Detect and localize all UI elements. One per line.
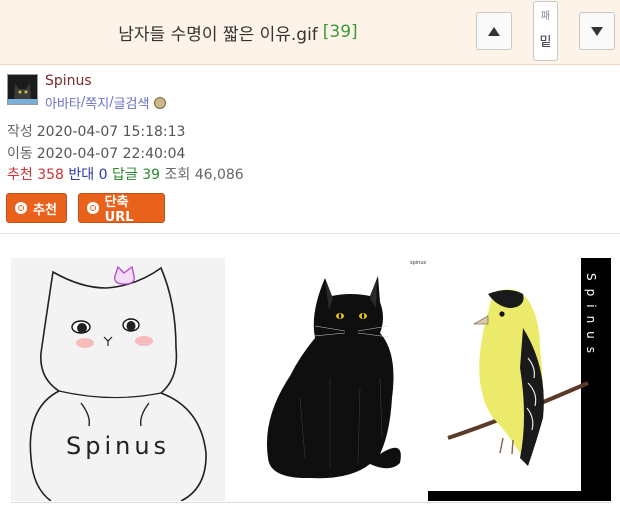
created-label: 작성 bbox=[7, 124, 33, 140]
post-title-text: 남자들 수명이 짧은 이유.gif bbox=[118, 24, 318, 45]
views-count: 46,086 bbox=[194, 167, 244, 183]
created-value: 2020-04-07 15:18:13 bbox=[36, 124, 186, 140]
author-links: 아바타 / 쪽지 / 글검색 bbox=[45, 93, 167, 112]
views-label: 조회 bbox=[164, 167, 191, 183]
recommend-circle-icon bbox=[15, 202, 27, 214]
search-posts-link[interactable]: 글검색 bbox=[114, 93, 150, 112]
avatar-link[interactable]: 아바타 bbox=[45, 93, 81, 112]
reply-count[interactable]: [39] bbox=[323, 22, 358, 42]
avatar-cat-icon bbox=[8, 75, 37, 104]
scroll-up-button[interactable] bbox=[476, 12, 512, 50]
oppose-label: 반대 bbox=[68, 167, 95, 183]
triangle-up-icon bbox=[488, 26, 500, 36]
post-title: 남자들 수명이 짧은 이유.gif [39] bbox=[0, 0, 476, 64]
short-url-button-label: 단축URL bbox=[104, 195, 134, 225]
created-row: 작성 2020-04-07 15:18:13 bbox=[7, 121, 185, 141]
moved-row: 이동 2020-04-07 22:40:04 bbox=[7, 143, 185, 163]
recommend-button[interactable]: 추천 bbox=[6, 193, 67, 223]
image-bottom-border bbox=[11, 502, 611, 503]
jump-button[interactable]: 패 밑 bbox=[533, 1, 558, 61]
level-badge-icon bbox=[154, 96, 167, 109]
author-name[interactable]: Spinus bbox=[45, 73, 92, 89]
cat-signature: spinus bbox=[410, 260, 427, 266]
jump-bottom-label: 밑 bbox=[539, 35, 552, 50]
jump-top-label: 패 bbox=[540, 11, 551, 22]
reply-label: 답글 bbox=[112, 167, 138, 183]
post-header: 남자들 수명이 짧은 이유.gif [39] 패 밑 bbox=[0, 0, 620, 65]
bird-side-signature: Spinus bbox=[584, 273, 598, 361]
triangle-down-icon bbox=[591, 26, 603, 36]
oppose-count: 0 bbox=[98, 167, 108, 183]
scroll-down-button[interactable] bbox=[579, 12, 615, 50]
link-circle-icon bbox=[87, 202, 99, 214]
reply-total: 39 bbox=[142, 167, 161, 183]
message-link[interactable]: 쪽지 bbox=[85, 93, 109, 112]
moved-label: 이동 bbox=[7, 146, 33, 162]
short-url-button[interactable]: 단축URL bbox=[78, 193, 165, 225]
post-images: Spinus spinus Spinus bbox=[11, 258, 611, 502]
recommend-label: 추천 bbox=[7, 167, 33, 183]
recommend-count: 358 bbox=[37, 167, 64, 183]
sketch-signature: Spinus bbox=[66, 432, 170, 460]
black-cat-image: spinus bbox=[230, 258, 432, 501]
content-divider bbox=[0, 233, 620, 234]
moved-value: 2020-04-07 22:40:04 bbox=[36, 146, 186, 162]
stats-row: 추천 358 반대 0 답글 39 조회 46,086 bbox=[7, 164, 244, 184]
cat-sketch-image: Spinus bbox=[11, 258, 225, 501]
avatar[interactable] bbox=[7, 74, 38, 105]
bird-image: Spinus bbox=[428, 258, 611, 501]
recommend-button-label: 추천 bbox=[33, 202, 57, 218]
